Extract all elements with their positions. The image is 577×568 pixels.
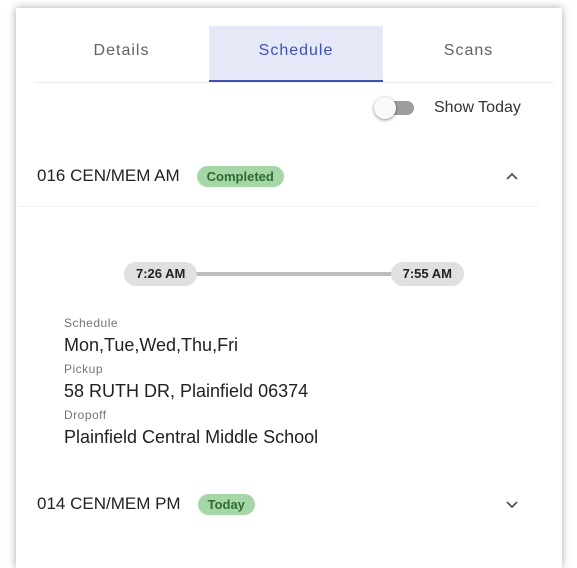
schedule-label: Schedule xyxy=(64,316,119,330)
tab-scans[interactable]: Scans xyxy=(383,26,554,80)
end-time: 7:55 AM xyxy=(390,262,464,286)
route-name: 016 CEN/MEM AM xyxy=(37,166,180,185)
show-today-toggle[interactable] xyxy=(372,96,416,120)
route-name: 014 CEN/MEM PM xyxy=(37,494,181,513)
show-today-label: Show Today xyxy=(434,99,521,116)
pickup-value: 58 RUTH DR, Plainfield 06374 xyxy=(64,381,309,401)
dropoff-label: Dropoff xyxy=(64,408,107,422)
schedule-value: Mon,Tue,Wed,Thu,Fri xyxy=(64,335,239,355)
show-today-row: Show Today xyxy=(372,96,521,120)
route-header-am[interactable]: 016 CEN/MEM AM Completed xyxy=(18,146,538,207)
chevron-up-icon[interactable] xyxy=(502,166,522,186)
tab-details[interactable]: Details xyxy=(34,26,209,80)
status-badge: Completed xyxy=(196,165,284,187)
chevron-down-icon[interactable] xyxy=(502,494,522,514)
dropoff-value: Plainfield Central Middle School xyxy=(64,427,319,447)
route-header-pm[interactable]: 014 CEN/MEM PM Today xyxy=(18,474,538,534)
route-details: Schedule Mon,Tue,Wed,Thu,Fri Pickup 58 R… xyxy=(64,314,318,452)
trip-timeline: 7:26 AM 7:55 AM xyxy=(110,262,468,286)
status-badge: Today xyxy=(197,493,255,515)
pickup-label: Pickup xyxy=(64,362,104,376)
start-time: 7:26 AM xyxy=(124,262,198,286)
tab-bar: Details Schedule Scans xyxy=(34,26,554,83)
tab-schedule[interactable]: Schedule xyxy=(209,26,383,82)
toggle-thumb xyxy=(374,97,396,119)
